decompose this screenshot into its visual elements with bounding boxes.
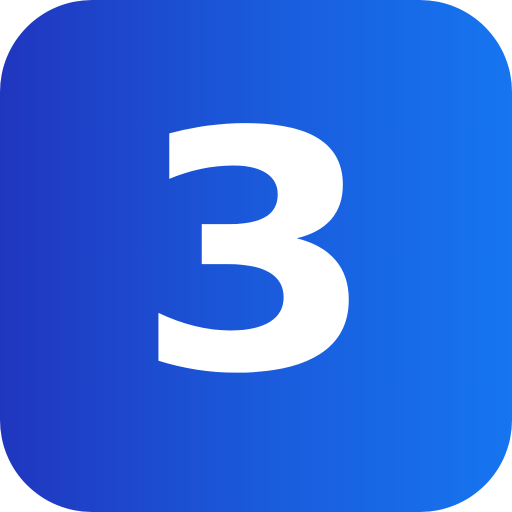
digit-label: 3	[135, 62, 377, 446]
number-three-icon: 3	[0, 0, 512, 512]
